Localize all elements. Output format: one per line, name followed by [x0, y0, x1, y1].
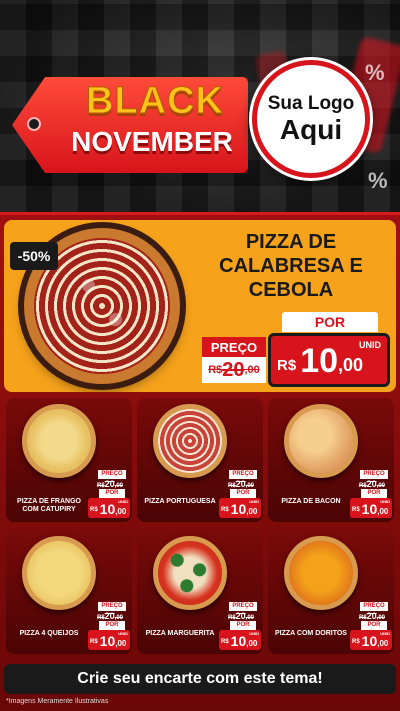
price-int: 10 [361, 633, 378, 649]
price-currency: R$ [352, 507, 360, 513]
product-card[interactable]: PIZZA DE FRANGO COM CATUPIRY PREÇO R$20,… [6, 398, 132, 522]
old-price-int: 20 [366, 479, 377, 489]
logo-placeholder[interactable]: Sua Logo Aqui [252, 60, 370, 178]
price-int: 10 [99, 501, 116, 517]
old-price-label: PREÇO [229, 602, 257, 611]
new-price: UNID R$ 10 ,00 [350, 630, 392, 650]
price-currency: R$ [277, 357, 297, 374]
new-price: UNID R$ 10 ,00 [268, 333, 390, 387]
price-dec: ,00 [115, 507, 127, 516]
new-price-label: POR [282, 312, 378, 332]
price-currency: R$ [352, 639, 360, 645]
new-price-label: POR [361, 489, 387, 498]
price-int: 10 [361, 501, 378, 517]
old-price-int: 20 [104, 479, 115, 489]
discount-badge: -50% [10, 242, 58, 270]
product-card[interactable]: PIZZA 4 QUEIJOS PREÇO R$20,00 POR UNID R… [6, 530, 132, 654]
pizza-image [284, 404, 358, 478]
product-card[interactable]: PIZZA PORTUGUESA PREÇO R$20,00 POR UNID … [137, 398, 263, 522]
pizza-image [284, 536, 358, 610]
logo-text-line1: Sua Logo [267, 92, 355, 114]
price-int: 10 [230, 501, 247, 517]
new-price: UNID R$ 10 ,00 [88, 498, 130, 518]
old-price: R$ 20 ,00 [202, 357, 266, 383]
old-price: R$20,00 [354, 611, 390, 621]
logo-text-line2: Aqui [279, 113, 343, 145]
old-price-currency: R$ [208, 364, 223, 376]
pizza-image [22, 536, 96, 610]
unit-label: UNID [380, 499, 390, 504]
new-price: UNID R$ 10 ,00 [350, 498, 392, 518]
product-name: PIZZA MARGUERITA [145, 630, 215, 637]
create-flyer-button[interactable]: Crie seu encarte com este tema! [4, 664, 396, 694]
pizza-image [22, 404, 96, 478]
unit-label: UNID [359, 340, 381, 350]
background-percent-glyph: % [365, 60, 385, 85]
price-int: 10 [99, 633, 116, 649]
price-currency: R$ [90, 507, 98, 513]
unit-label: UNID [249, 631, 259, 636]
unit-label: UNID [118, 631, 128, 636]
unit-label: UNID [118, 499, 128, 504]
old-price-int: 20 [366, 611, 377, 621]
product-card[interactable]: PIZZA DE BACON PREÇO R$20,00 POR UNID R$… [268, 398, 394, 522]
pizza-image [153, 404, 227, 478]
price-dec: ,00 [246, 507, 258, 516]
product-name: PIZZA DE BACON [281, 498, 341, 505]
featured-product-name: PIZZA DE CALABRESA E CEBOLA [219, 231, 363, 301]
old-price: R$20,00 [223, 611, 259, 621]
header-banner: % % BLACK NOVEMBER Sua Logo Aqui [0, 0, 400, 212]
price-dec: ,00 [377, 639, 389, 648]
old-price: R$20,00 [223, 479, 259, 489]
old-price-int: 20 [235, 479, 246, 489]
old-price: R$20,00 [354, 479, 390, 489]
new-price-label: POR [361, 621, 387, 630]
price-dec: ,00 [377, 507, 389, 516]
product-card[interactable]: PIZZA COM DORITOS PREÇO R$20,00 POR UNID… [268, 530, 394, 654]
old-price-label: PREÇO [360, 602, 388, 611]
new-price: UNID R$ 10 ,00 [219, 498, 261, 518]
old-price-label: PREÇO [98, 602, 126, 611]
price-currency: R$ [221, 639, 229, 645]
old-price-label: PREÇO [98, 470, 126, 479]
background-percent-glyph: % [368, 168, 388, 193]
price-currency: R$ [221, 507, 229, 513]
pizza-image [153, 536, 227, 610]
new-price-label: POR [99, 621, 125, 630]
old-price-label: PREÇO [360, 470, 388, 479]
new-price: UNID R$ 10 ,00 [88, 630, 130, 650]
tag-title-black: BLACK [86, 80, 224, 123]
image-disclaimer: *Imagens Meramente Ilustrativas [6, 698, 109, 705]
price-dec: ,00 [246, 639, 258, 648]
product-name: PIZZA COM DORITOS [275, 630, 347, 637]
old-price-int: 20 [222, 358, 245, 381]
new-price-label: POR [99, 489, 125, 498]
old-price: R$20,00 [92, 611, 128, 621]
product-name: PIZZA DE FRANGO COM CATUPIRY [17, 498, 81, 514]
old-price-label: PREÇO [202, 337, 266, 357]
old-price-int: 20 [104, 611, 115, 621]
unit-label: UNID [249, 499, 259, 504]
tag-hole [27, 117, 41, 131]
old-price-dec: ,00 [244, 364, 260, 376]
price-int: 10 [300, 342, 339, 380]
old-price: R$20,00 [92, 479, 128, 489]
new-price-label: POR [230, 621, 256, 630]
product-name: PIZZA 4 QUEIJOS [19, 630, 79, 637]
tag-title-november: NOVEMBER [71, 126, 233, 157]
unit-label: UNID [380, 631, 390, 636]
price-int: 10 [230, 633, 247, 649]
product-card[interactable]: PIZZA MARGUERITA PREÇO R$20,00 POR UNID … [137, 530, 263, 654]
product-name: PIZZA PORTUGUESA [144, 498, 216, 505]
new-price: UNID R$ 10 ,00 [219, 630, 261, 650]
old-price-int: 20 [235, 611, 246, 621]
old-price-label: PREÇO [229, 470, 257, 479]
price-dec: ,00 [338, 355, 364, 375]
new-price-label: POR [230, 489, 256, 498]
price-dec: ,00 [115, 639, 127, 648]
price-currency: R$ [90, 639, 98, 645]
